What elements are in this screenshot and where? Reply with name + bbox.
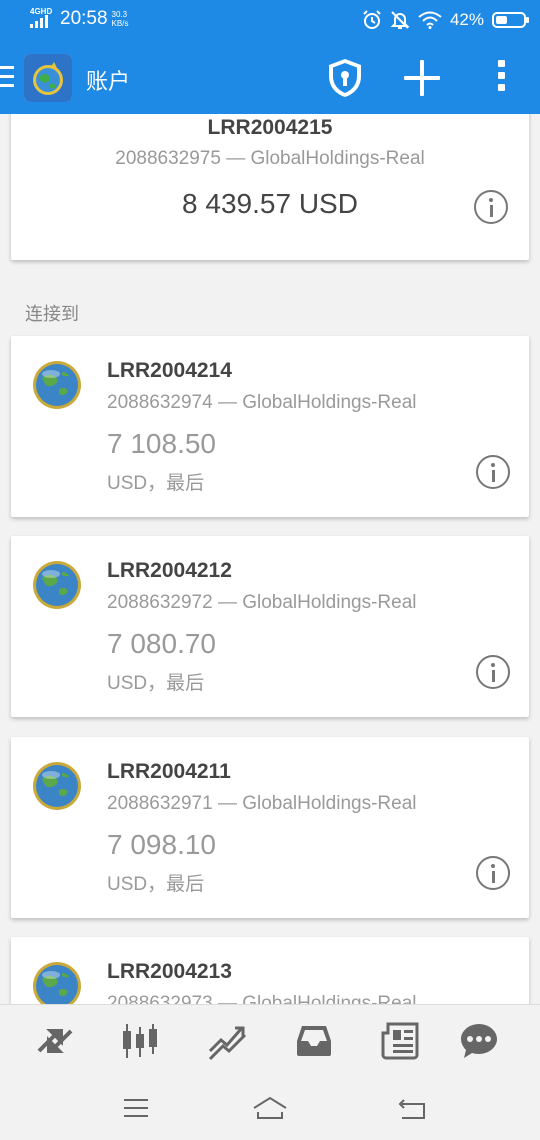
trade-icon[interactable] bbox=[207, 1021, 247, 1061]
system-nav-bar bbox=[0, 1076, 540, 1140]
account-server: 2088632974 — GlobalHoldings-Real bbox=[107, 392, 417, 413]
back-icon[interactable] bbox=[392, 1094, 432, 1122]
recents-icon[interactable] bbox=[116, 1094, 156, 1122]
chat-icon[interactable] bbox=[459, 1021, 499, 1061]
globe-icon bbox=[33, 962, 81, 1004]
quotes-icon[interactable] bbox=[35, 1021, 75, 1061]
account-currency: USD，最后 bbox=[107, 874, 205, 895]
account-server: 2088632972 — GlobalHoldings-Real bbox=[107, 592, 417, 613]
globe-icon bbox=[33, 762, 81, 810]
account-balance: 7 080.70 bbox=[107, 628, 216, 659]
shield-icon[interactable] bbox=[327, 58, 363, 98]
info-icon[interactable] bbox=[476, 455, 510, 489]
account-currency: USD，最后 bbox=[107, 673, 205, 694]
info-icon[interactable] bbox=[474, 190, 508, 224]
wifi-icon bbox=[418, 11, 442, 29]
alarm-icon bbox=[363, 10, 381, 29]
page-title: 账户 bbox=[86, 69, 131, 94]
more-icon[interactable] bbox=[494, 60, 508, 96]
account-balance: 8 439.57 USD bbox=[182, 188, 358, 219]
battery-icon bbox=[492, 12, 529, 28]
app-logo bbox=[24, 54, 72, 102]
section-header: 连接到 bbox=[25, 304, 79, 324]
info-icon[interactable] bbox=[476, 856, 510, 890]
account-card[interactable]: LRR2004214 2088632974 — GlobalHoldings-R… bbox=[11, 336, 529, 517]
account-server: 2088632973 — GlobalHoldings-Real bbox=[107, 993, 417, 1004]
network-speed-value: 30.3 bbox=[111, 10, 128, 19]
accounts-list[interactable]: LRR2004215 2088632975 — GlobalHoldings-R… bbox=[0, 114, 540, 1004]
bottom-tab-bar bbox=[0, 1004, 540, 1076]
clock: 20:58 bbox=[60, 8, 108, 29]
account-card[interactable]: LRR2004211 2088632971 — GlobalHoldings-R… bbox=[11, 737, 529, 918]
account-login: LRR2004213 bbox=[107, 960, 232, 983]
account-login: LRR2004215 bbox=[207, 116, 333, 139]
status-left: 4GHD 20:58 30.3 KB/s bbox=[30, 8, 128, 30]
account-login: LRR2004212 bbox=[107, 559, 232, 582]
signal-icon: 4GHD bbox=[30, 8, 54, 30]
home-icon[interactable] bbox=[250, 1094, 290, 1122]
network-speed: 30.3 KB/s bbox=[112, 10, 129, 28]
status-bar: 4GHD 20:58 30.3 KB/s 42% bbox=[0, 0, 540, 42]
app-bar: 账户 bbox=[0, 42, 540, 114]
account-server: 2088632975 — GlobalHoldings-Real bbox=[115, 148, 425, 169]
menu-icon[interactable] bbox=[0, 66, 14, 88]
news-icon[interactable] bbox=[380, 1021, 420, 1061]
globe-icon bbox=[33, 361, 81, 409]
account-currency: USD，最后 bbox=[107, 473, 205, 494]
account-login: LRR2004214 bbox=[107, 359, 232, 382]
mute-icon bbox=[390, 11, 410, 29]
account-server: 2088632971 — GlobalHoldings-Real bbox=[107, 793, 417, 814]
network-speed-unit: KB/s bbox=[111, 19, 129, 28]
info-icon[interactable] bbox=[476, 655, 510, 689]
globe-icon bbox=[33, 561, 81, 609]
status-right: 42% bbox=[362, 10, 529, 30]
account-balance: 7 098.10 bbox=[107, 829, 216, 860]
battery-percent: 42% bbox=[449, 10, 484, 29]
account-card[interactable]: LRR2004212 2088632972 — GlobalHoldings-R… bbox=[11, 536, 529, 717]
account-card[interactable]: LRR2004213 2088632973 — GlobalHoldings-R… bbox=[11, 937, 529, 1004]
chart-icon[interactable] bbox=[120, 1021, 160, 1061]
current-account-card[interactable]: LRR2004215 2088632975 — GlobalHoldings-R… bbox=[11, 114, 529, 260]
add-icon[interactable] bbox=[404, 60, 440, 96]
history-icon[interactable] bbox=[294, 1021, 334, 1061]
account-balance: 7 108.50 bbox=[107, 428, 216, 459]
account-login: LRR2004211 bbox=[107, 760, 231, 783]
